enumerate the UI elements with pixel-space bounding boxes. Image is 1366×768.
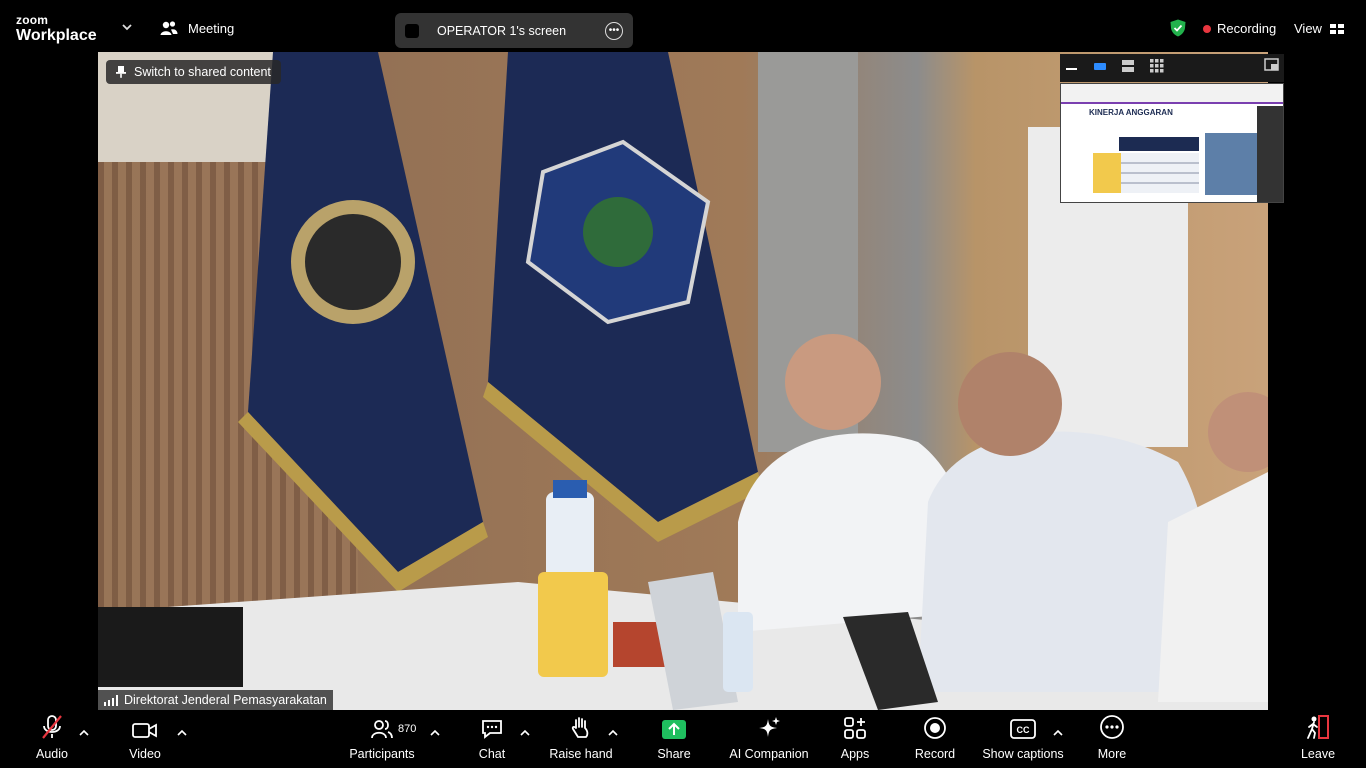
leave-label: Leave [1300,747,1336,761]
more-label: More [1097,747,1127,761]
speaker-name: Direktorat Jenderal Pemasyarakatan [124,693,327,707]
pin-icon [116,66,126,78]
top-bar: zoom Workplace Meeting OPERATOR 1's scre… [0,0,1366,52]
video-label: Video [129,747,161,761]
leave-icon [1307,715,1329,739]
share-button[interactable]: Share [656,710,692,768]
strip-view-icon[interactable] [1122,60,1134,72]
slide-table-image [1093,133,1257,195]
more-dots-icon [1100,715,1124,739]
more-options-icon[interactable]: ••• [605,21,623,40]
slide-preview: KINERJA ANGGARAN [1089,108,1259,202]
raise-hand-icon [571,717,589,738]
sparkle-icon [759,717,780,737]
people-icon [160,21,178,35]
record-icon [924,717,946,739]
meeting-info-button[interactable]: Meeting [160,20,234,36]
meeting-label: Meeting [188,20,235,36]
chat-bubble-icon [482,720,502,739]
recording-indicator[interactable]: Recording [1203,21,1276,36]
participants-button[interactable]: Participants [348,710,416,768]
meeting-toolbar: Audio Video Participants 870 Chat Raise … [0,710,1366,768]
video-options-chevron-icon[interactable] [177,729,187,737]
audio-options-chevron-icon[interactable] [79,729,89,737]
show-captions-button[interactable]: CC Show captions [982,710,1064,768]
participants-icon [371,720,393,739]
signal-bars-icon [104,694,118,706]
ai-companion-label: AI Companion [729,747,809,761]
more-button[interactable]: More [1094,710,1130,768]
svg-text:CC: CC [1017,725,1030,735]
switch-to-shared-content-button[interactable]: Switch to shared content [106,60,281,84]
raise-hand-button[interactable]: Raise hand [549,710,613,768]
recording-label: Recording [1217,21,1277,36]
shield-check-icon[interactable] [1170,19,1186,37]
apps-button[interactable]: Apps [838,710,872,768]
view-label: View [1294,21,1322,36]
participants-label: Participants [349,747,415,761]
speaker-view-icon[interactable] [1094,63,1106,70]
shared-screen-title: OPERATOR 1's screen [437,23,567,38]
pop-out-icon[interactable] [1264,58,1279,71]
gallery-view-icon[interactable] [1150,59,1164,73]
chat-options-chevron-icon[interactable] [520,729,530,737]
view-button[interactable]: View [1294,21,1344,36]
microphone-muted-icon [42,715,62,739]
shared-screen-indicator[interactable]: OPERATOR 1's screen ••• [395,13,633,48]
captions-label: Show captions [982,747,1064,761]
video-button[interactable]: Video [126,710,164,768]
apps-label: Apps [840,747,870,761]
video-camera-icon [132,723,157,738]
ppt-ribbon [1061,84,1283,104]
reactions-options-chevron-icon[interactable] [608,729,618,737]
shared-content-thumbnail[interactable]: KINERJA ANGGARAN [1060,83,1284,203]
share-label: Share [657,747,691,761]
audio-button[interactable]: Audio [34,710,70,768]
closed-captions-icon: CC [1010,719,1036,739]
slide-title: KINERJA ANGGARAN [1089,108,1173,117]
record-label: Record [914,747,956,761]
participants-options-chevron-icon[interactable] [430,729,440,737]
speaker-name-tag: Direktorat Jenderal Pemasyarakatan [98,690,333,710]
grid-view-icon [1329,23,1344,34]
logo-workplace-text: Workplace [16,27,97,44]
audio-label: Audio [36,747,68,761]
participants-count: 870 [398,723,417,735]
recording-dot-icon [1203,24,1211,33]
captions-options-chevron-icon[interactable] [1053,729,1063,737]
switch-label: Switch to shared content [134,65,271,79]
screen-square-icon [405,23,419,38]
leave-button[interactable]: Leave [1300,710,1336,768]
chat-label: Chat [478,747,506,761]
ai-companion-button[interactable]: AI Companion [728,710,810,768]
record-button[interactable]: Record [914,710,956,768]
chevron-down-icon[interactable] [120,22,134,32]
logo-zoom-text: zoom [16,13,49,27]
apps-icon [844,717,866,739]
thumbnail-controls [1060,54,1284,82]
raise-hand-label: Raise hand [549,747,613,761]
chat-button[interactable]: Chat [476,710,508,768]
slide-side-panel [1257,106,1283,202]
zoom-logo: zoom Workplace [16,14,97,44]
minimize-icon[interactable] [1066,68,1077,70]
share-screen-icon [662,720,686,739]
